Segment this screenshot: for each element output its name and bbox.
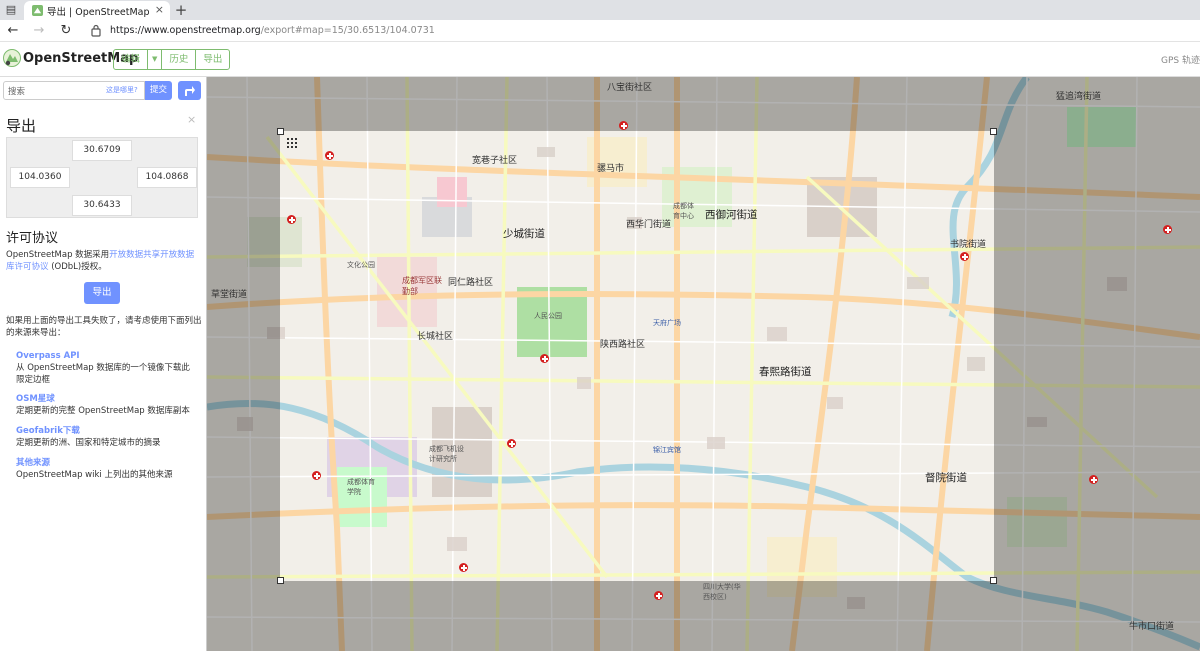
hospital-icon[interactable] — [540, 354, 549, 363]
header-button-group: 编辑 ▼ 历史 导出 — [113, 49, 231, 70]
map-label-xihuamen: 西华门街道 — [626, 220, 672, 230]
hospital-icon[interactable] — [1089, 475, 1098, 484]
export-panel-title: 导出 — [6, 117, 37, 135]
directions-button[interactable] — [178, 81, 201, 100]
north-latitude-input[interactable]: 30.6709 — [72, 140, 132, 161]
license-prefix: OpenStreetMap 数据采用 — [6, 250, 110, 260]
bounding-box-inputs: 30.6709 104.0360 104.0868 30.6433 — [6, 137, 198, 218]
map-label-wenhua: 文化公园 — [347, 261, 375, 269]
submit-button[interactable]: 提交 — [145, 81, 172, 100]
map-label-shanxi: 陕西路社区 — [600, 340, 646, 350]
osm-logo-icon[interactable] — [3, 49, 21, 67]
tab-title: 导出 | OpenStreetMap — [47, 7, 150, 18]
browser-tab[interactable]: 导出 | OpenStreetMap × — [24, 1, 170, 20]
address-bar: ← → ↻ https://www.openstreetmap.org/expo… — [0, 20, 1200, 42]
map-label-bajiaojie: 八宝街社区 — [607, 83, 653, 93]
outside-selection-shade-right — [994, 131, 1200, 581]
outside-selection-shade-left — [207, 131, 280, 581]
close-panel-icon[interactable]: × — [187, 113, 196, 126]
selection-handle-ne[interactable] — [990, 128, 997, 135]
source-title-link[interactable]: Overpass API — [16, 350, 196, 362]
source-other: 其他来源 OpenStreetMap wiki 上列出的其他来源 — [16, 457, 196, 481]
map-label-jinjiang: 锦江宾馆 — [653, 446, 681, 454]
edit-dropdown-caret-icon[interactable]: ▼ — [148, 50, 163, 69]
where-is-this-link[interactable]: 这是哪里? — [106, 85, 138, 95]
url-path: /export#map=15/30.6513/104.0731 — [260, 25, 435, 36]
url-host: https://www.openstreetmap.org — [110, 25, 261, 36]
source-title-link[interactable]: 其他来源 — [16, 457, 196, 469]
map-label-tianfu: 天府广场 — [653, 319, 681, 327]
source-description: 定期更新的洲、国家和特定城市的摘录 — [16, 438, 161, 448]
map-label-kuanxiang: 宽巷子社区 — [472, 156, 518, 166]
edit-button[interactable]: 编辑 — [114, 50, 149, 69]
source-title-link[interactable]: Geofabrik下载 — [16, 425, 196, 437]
map-label-renmin: 人民公园 — [534, 312, 562, 320]
map-label-chunxi: 春熙路街道 — [759, 366, 812, 378]
hospital-icon[interactable] — [459, 563, 468, 572]
hospital-icon[interactable] — [619, 121, 628, 130]
map-label-tiyuzhongxin: 成都体育中心 — [673, 202, 694, 220]
hospital-icon[interactable] — [312, 471, 321, 480]
export-tab-button[interactable]: 导出 — [196, 50, 229, 69]
outside-selection-shade-top — [207, 77, 1200, 131]
sidebar: 搜索 这是哪里? 提交 导出 × 30.6709 104.0360 104.08… — [0, 77, 207, 651]
south-latitude-input[interactable]: 30.6433 — [72, 195, 132, 216]
map-label-changcheng: 长城社区 — [417, 332, 454, 342]
license-text: OpenStreetMap 数据采用开放数据共享开放数据库许可协议 (ODbL)… — [6, 249, 202, 273]
selection-handle-nw[interactable] — [277, 128, 284, 135]
hospital-icon[interactable] — [287, 215, 296, 224]
map-label-shuyuan: 书院街道 — [950, 240, 987, 250]
hospital-icon[interactable] — [654, 591, 663, 600]
fallback-text: 如果用上面的导出工具失败了，请考虑使用下面列出的来源来导出： — [6, 316, 202, 338]
source-planet: OSM星球 定期更新的完整 OpenStreetMap 数据库副本 — [16, 393, 196, 417]
west-longitude-input[interactable]: 104.0360 — [10, 167, 70, 188]
osm-favicon-icon — [32, 5, 43, 16]
new-tab-icon[interactable]: + — [174, 0, 188, 20]
url-text[interactable]: https://www.openstreetmap.org/export#map… — [110, 25, 435, 36]
east-longitude-input[interactable]: 104.0868 — [137, 167, 197, 188]
map-label-feiji: 成都飞机设计研究所 — [429, 445, 464, 463]
selection-handle-se[interactable] — [990, 577, 997, 584]
source-description: OpenStreetMap wiki 上列出的其他来源 — [16, 470, 173, 480]
map-label-mazhiqiao: 骡马市 — [597, 164, 625, 174]
map-label-shaocheng: 少城街道 — [503, 228, 545, 240]
tab-close-icon[interactable]: × — [155, 3, 164, 16]
window-menu-icon[interactable]: ▤ — [4, 3, 18, 17]
license-suffix: (ODbL)授权。 — [48, 262, 107, 272]
source-title-link[interactable]: OSM星球 — [16, 393, 196, 405]
map-label-caotang: 草堂街道 — [211, 290, 248, 300]
hospital-icon[interactable] — [325, 151, 334, 160]
reload-icon[interactable]: ↻ — [58, 23, 74, 39]
hospital-icon[interactable] — [1163, 225, 1172, 234]
map-label-niushikou: 牛市口街道 — [1129, 622, 1175, 632]
browser-tab-bar: ▤ 导出 | OpenStreetMap × + — [0, 0, 1200, 20]
source-overpass: Overpass API 从 OpenStreetMap 数据库的一个镜像下载此… — [16, 350, 196, 386]
map-label-duyuan: 督院街道 — [925, 472, 967, 484]
map-label-tiyu: 成都体育学院 — [347, 478, 375, 496]
selection-handle-sw[interactable] — [277, 577, 284, 584]
osm-header: OpenStreetMap 编辑 ▼ 历史 导出 GPS 轨迹 — [0, 43, 1200, 77]
map-label-xiyuhe: 西御河街道 — [705, 209, 758, 221]
gps-traces-link[interactable]: GPS 轨迹 — [1161, 53, 1200, 66]
forward-arrow-icon[interactable]: → — [31, 23, 47, 39]
source-description: 从 OpenStreetMap 数据库的一个镜像下载此限定边框 — [16, 363, 190, 385]
map-label-tongren: 同仁路社区 — [448, 278, 494, 288]
source-description: 定期更新的完整 OpenStreetMap 数据库副本 — [16, 406, 190, 416]
hospital-icon[interactable] — [960, 252, 969, 261]
export-button[interactable]: 导出 — [84, 282, 120, 304]
hospital-icon[interactable] — [507, 439, 516, 448]
map-label-huaxi: 四川大学(华西校区) — [703, 583, 741, 601]
license-title: 许可协议 — [6, 231, 59, 246]
directions-icon — [185, 86, 195, 96]
history-button[interactable]: 历史 — [162, 50, 197, 69]
grid-handle-icon[interactable] — [287, 138, 297, 148]
map-label-junqu: 成都军区联勤部 — [402, 276, 442, 296]
back-arrow-icon[interactable]: ← — [5, 23, 21, 39]
map-canvas[interactable]: 少城街道 西华门街道 西御河街道 书院街道 春熙路街道 督院街道 草堂街道 猛追… — [207, 77, 1200, 651]
lock-icon[interactable] — [91, 24, 101, 37]
source-geofabrik: Geofabrik下载 定期更新的洲、国家和特定城市的摘录 — [16, 425, 196, 449]
map-label-mengzhuiwan: 猛追湾街道 — [1056, 92, 1102, 102]
